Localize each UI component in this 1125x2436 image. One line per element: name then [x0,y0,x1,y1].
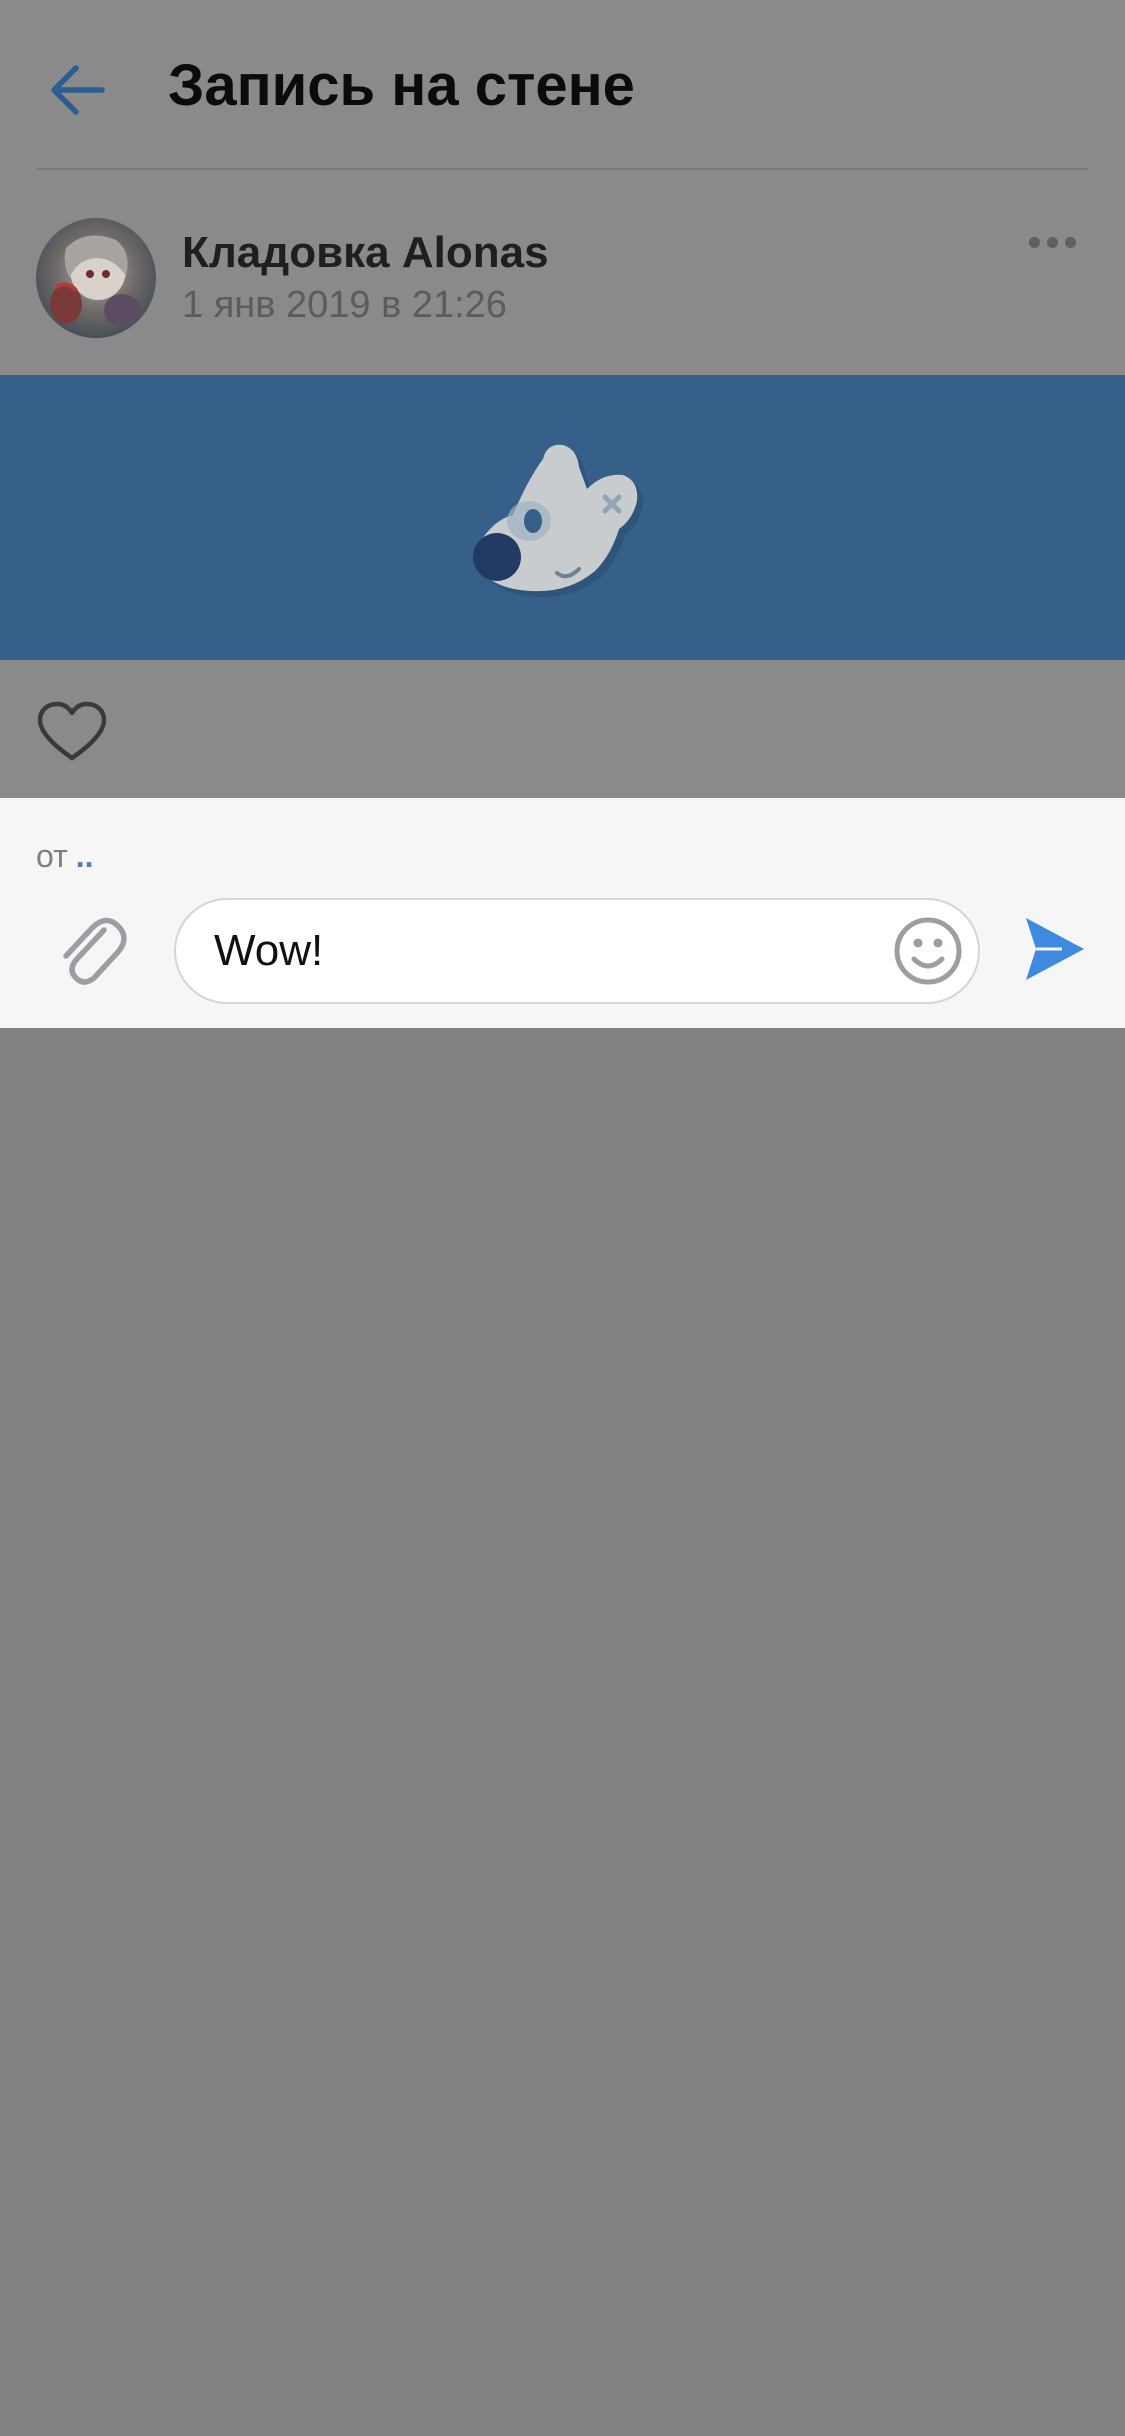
more-options-button[interactable] [1020,220,1084,264]
back-button[interactable] [36,48,120,132]
paperclip-icon [63,917,127,985]
send-button[interactable] [1022,914,1088,984]
from-name[interactable]: .. [76,838,94,874]
post-date: 1 янв 2019 в 21:26 [182,284,507,326]
more-horizontal-icon-dot [1046,236,1058,248]
comment-input[interactable] [174,898,980,1004]
arrow-left-icon [51,65,105,115]
post-image[interactable] [0,375,1125,660]
attach-button[interactable] [52,908,132,994]
reply-from-row[interactable]: от.. [36,838,94,875]
like-button[interactable] [36,700,108,764]
screen: Запись на стене Кладовка Alonas 1 янв 20… [0,0,1125,2436]
page-title: Запись на стене [168,53,635,118]
header-divider [36,168,1088,170]
dimmed-post-area: Запись на стене Кладовка Alonas 1 янв 20… [0,0,1125,798]
send-icon [1026,918,1084,980]
author-avatar[interactable] [36,218,156,338]
vk-dog-mascot-icon [472,444,643,597]
more-horizontal-icon-dot [1028,236,1040,248]
heart-outline-icon [37,701,107,761]
smile-icon [894,917,962,985]
emoji-button[interactable] [892,915,964,987]
avatar-image [36,218,156,338]
author-name[interactable]: Кладовка Alonas [182,228,549,278]
header: Запись на стене [0,0,1125,170]
more-horizontal-icon-dot [1064,236,1076,248]
from-label: от [36,838,68,874]
